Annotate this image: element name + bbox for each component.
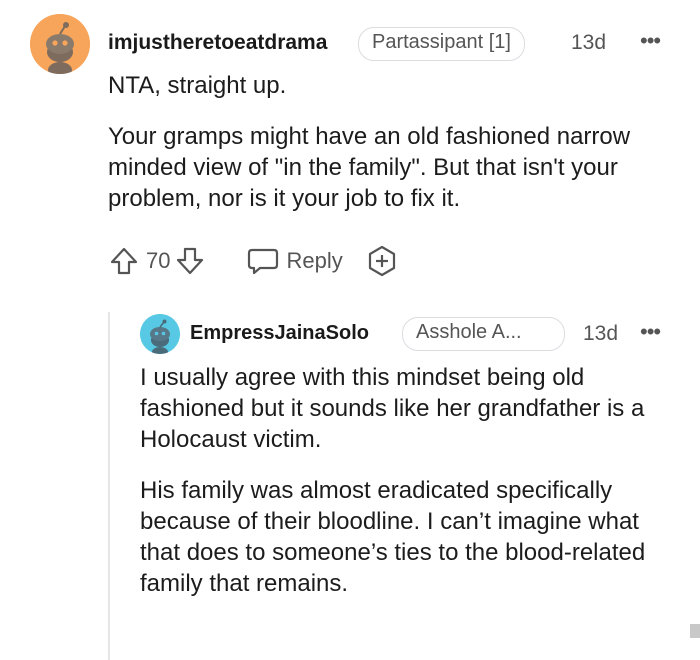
reply-body: I usually agree with this mindset being … xyxy=(140,362,685,599)
comment-username[interactable]: imjustheretoeatdrama xyxy=(108,31,327,55)
snoo-avatar-icon xyxy=(30,14,90,74)
reply-paragraph: I usually agree with this mindset being … xyxy=(140,364,645,453)
reply-button[interactable]: Reply xyxy=(246,245,343,277)
comment-body: NTA, straight up. Your gramps might have… xyxy=(108,70,683,214)
vote-count: 70 xyxy=(146,248,171,273)
reply-paragraph: His family was almost eradicated specifi… xyxy=(140,477,646,597)
user-flair: Asshole A... xyxy=(402,317,565,351)
thread-line[interactable] xyxy=(108,312,110,660)
reply-age: 13d xyxy=(583,322,619,345)
comment-actions: 70 Reply xyxy=(108,244,399,278)
comment-age: 13d xyxy=(571,31,607,54)
reply-icon xyxy=(246,245,280,277)
reply-username[interactable]: EmpressJainaSolo xyxy=(190,322,369,345)
snoo-avatar-icon xyxy=(140,314,180,354)
user-flair: Partassipant [1] xyxy=(358,27,525,61)
more-options-icon[interactable]: ••• xyxy=(640,30,661,52)
avatar[interactable] xyxy=(30,14,90,74)
reply-label: Reply xyxy=(286,248,343,273)
award-icon[interactable] xyxy=(365,244,399,278)
avatar[interactable] xyxy=(140,314,180,354)
upvote-icon[interactable] xyxy=(108,245,140,277)
comment-paragraph: NTA, straight up. xyxy=(108,72,287,99)
comment-paragraph: Your gramps might have an old fashioned … xyxy=(108,123,631,212)
downvote-icon[interactable] xyxy=(174,245,206,277)
scrollbar[interactable] xyxy=(690,624,700,638)
more-options-icon[interactable]: ••• xyxy=(640,321,661,343)
